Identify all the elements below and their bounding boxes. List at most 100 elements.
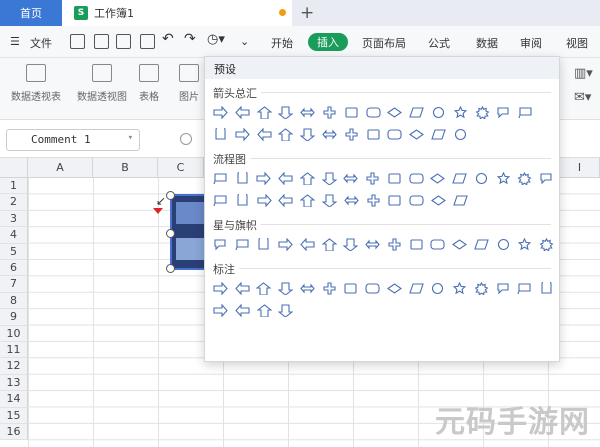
shape-option-icon[interactable]	[233, 170, 252, 186]
row-header[interactable]: 16	[0, 424, 28, 441]
pivot-chart-button[interactable]: 数据透视图	[72, 64, 132, 103]
shape-option-icon[interactable]	[320, 126, 339, 142]
shape-option-icon[interactable]	[298, 192, 317, 208]
shape-option-icon[interactable]	[494, 170, 513, 186]
shape-option-icon[interactable]	[450, 280, 469, 296]
menu-insert[interactable]: 插入	[308, 33, 348, 51]
shape-option-icon[interactable]	[385, 126, 404, 142]
shape-option-icon[interactable]	[472, 170, 491, 186]
shape-option-icon[interactable]	[363, 280, 382, 296]
tab-home[interactable]: 首页	[0, 0, 62, 26]
row-header[interactable]: 12	[0, 358, 28, 375]
shape-option-icon[interactable]	[298, 236, 317, 252]
shape-option-icon[interactable]	[494, 236, 513, 252]
row-header[interactable]: 14	[0, 391, 28, 408]
shape-option-icon[interactable]	[472, 280, 491, 296]
add-tab-button[interactable]: +	[300, 3, 314, 23]
pivot-table-button[interactable]: 数据透视表	[6, 64, 66, 103]
shape-option-icon[interactable]	[451, 192, 470, 208]
shape-option-icon[interactable]	[516, 170, 535, 186]
shape-option-icon[interactable]	[385, 192, 404, 208]
shape-option-icon[interactable]	[363, 170, 382, 186]
menu-file[interactable]: 文件	[30, 35, 52, 51]
shape-option-icon[interactable]	[298, 126, 317, 142]
shape-option-icon[interactable]	[407, 104, 426, 120]
shape-option-icon[interactable]	[429, 170, 448, 186]
menu-page-layout[interactable]: 页面布局	[362, 35, 406, 51]
shape-option-icon[interactable]	[320, 192, 339, 208]
shape-option-icon[interactable]	[233, 192, 252, 208]
resize-handle[interactable]	[166, 191, 175, 200]
shape-option-icon[interactable]	[451, 104, 470, 120]
shape-option-icon[interactable]	[320, 170, 339, 186]
save-icon[interactable]	[70, 34, 85, 49]
row-header[interactable]: 2	[0, 194, 28, 211]
print-preview-icon[interactable]	[140, 34, 155, 49]
print-icon[interactable]	[116, 34, 131, 49]
mail-icon[interactable]: ✉▾	[574, 90, 591, 105]
shape-option-icon[interactable]	[211, 170, 230, 186]
shape-option-icon[interactable]	[298, 170, 317, 186]
shape-option-icon[interactable]	[407, 126, 426, 142]
shape-option-icon[interactable]	[342, 126, 361, 142]
shape-option-icon[interactable]	[211, 126, 230, 142]
menu-formula[interactable]: 公式	[428, 35, 450, 51]
shape-option-icon[interactable]	[385, 170, 404, 186]
shapes-icon[interactable]: ◷▾	[207, 32, 225, 47]
shape-option-icon[interactable]	[320, 236, 339, 252]
shape-option-icon[interactable]	[233, 302, 252, 318]
shape-option-icon[interactable]	[451, 126, 470, 142]
shape-option-icon[interactable]	[276, 280, 295, 296]
row-header[interactable]: 9	[0, 309, 28, 326]
shape-option-icon[interactable]	[255, 280, 274, 296]
export-pdf-icon[interactable]	[94, 34, 109, 49]
shape-option-icon[interactable]	[255, 302, 274, 318]
shape-option-icon[interactable]	[233, 236, 252, 252]
shape-option-icon[interactable]	[255, 170, 274, 186]
row-header[interactable]: 7	[0, 276, 28, 293]
chevron-down-icon[interactable]: ▾	[128, 133, 133, 143]
shape-option-icon[interactable]	[276, 236, 295, 252]
shape-option-icon[interactable]	[537, 280, 556, 296]
shape-option-icon[interactable]	[516, 280, 535, 296]
menu-review[interactable]: 审阅	[520, 35, 542, 51]
shape-option-icon[interactable]	[450, 236, 469, 252]
shape-option-icon[interactable]	[407, 280, 426, 296]
picture-button[interactable]: 图片	[176, 64, 202, 103]
shape-option-icon[interactable]	[342, 236, 361, 252]
select-all-corner[interactable]	[0, 158, 28, 178]
shape-option-icon[interactable]	[342, 192, 361, 208]
hamburger-icon[interactable]: ☰	[10, 35, 20, 48]
shape-option-icon[interactable]	[429, 280, 448, 296]
shape-option-icon[interactable]	[429, 126, 448, 142]
menu-start[interactable]: 开始	[271, 35, 293, 51]
resize-handle[interactable]	[166, 264, 175, 273]
row-header[interactable]: 11	[0, 342, 28, 359]
shape-option-icon[interactable]	[342, 104, 361, 120]
shape-option-icon[interactable]	[233, 126, 252, 142]
shape-option-icon[interactable]	[320, 104, 339, 120]
shape-option-icon[interactable]	[429, 104, 448, 120]
row-header[interactable]: 1	[0, 178, 28, 195]
name-box[interactable]: Comment 1 ▾	[6, 129, 140, 151]
shape-option-icon[interactable]	[537, 236, 556, 252]
shape-option-icon[interactable]	[276, 192, 295, 208]
shape-option-icon[interactable]	[211, 104, 230, 120]
shape-option-icon[interactable]	[276, 126, 295, 142]
tab-document[interactable]: S 工作簿1	[62, 0, 292, 26]
shape-option-icon[interactable]	[407, 192, 426, 208]
column-header-c[interactable]: C	[158, 158, 204, 178]
shape-option-icon[interactable]	[342, 170, 361, 186]
shape-option-icon[interactable]	[472, 236, 491, 252]
shape-option-icon[interactable]	[211, 280, 230, 296]
shape-option-icon[interactable]	[211, 302, 230, 318]
row-header[interactable]: 6	[0, 260, 28, 277]
shape-option-icon[interactable]	[364, 126, 383, 142]
row-header[interactable]: 4	[0, 227, 28, 244]
shape-option-icon[interactable]	[255, 192, 274, 208]
shape-option-icon[interactable]	[233, 104, 252, 120]
shape-option-icon[interactable]	[255, 126, 274, 142]
shape-option-icon[interactable]	[276, 104, 295, 120]
row-header[interactable]: 10	[0, 325, 28, 342]
shape-option-icon[interactable]	[276, 302, 295, 318]
